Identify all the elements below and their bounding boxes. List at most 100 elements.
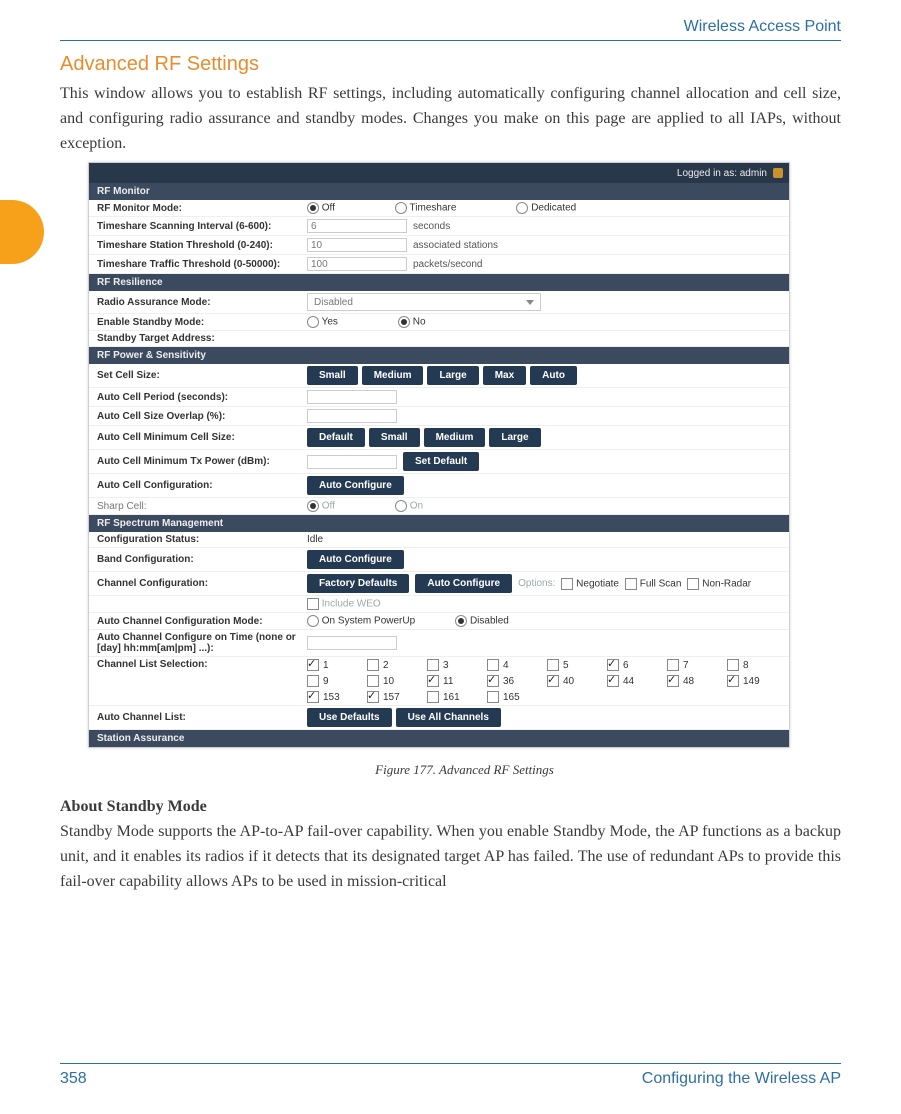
options-label: Options:	[518, 578, 555, 589]
use-all-channels-button[interactable]: Use All Channels	[396, 708, 501, 727]
cell-size-small[interactable]: Small	[307, 366, 358, 385]
ts-traffic-unit: packets/second	[413, 259, 483, 270]
set-default-button[interactable]: Set Default	[403, 452, 479, 471]
footer-rule	[60, 1063, 841, 1064]
channel-list-grid: 1 2 3 4 5 6 7 8 9 10 11 36 40 44 48 149 153 157 161 165	[307, 659, 781, 703]
auto-cell-min-tx-input[interactable]	[307, 455, 397, 469]
section-station-assurance: Station Assurance	[89, 730, 789, 747]
channel-4[interactable]: 4	[487, 659, 529, 671]
min-cell-medium[interactable]: Medium	[424, 428, 486, 447]
running-head: Wireless Access Point	[60, 18, 841, 36]
standby-yes[interactable]: Yes	[307, 316, 338, 328]
gear-icon[interactable]	[773, 168, 783, 178]
cell-size-large[interactable]: Large	[427, 366, 478, 385]
auto-cell-overlap-input[interactable]	[307, 409, 397, 423]
channel-157[interactable]: 157	[367, 691, 409, 703]
auto-chan-mode-label: Auto Channel Configuration Mode:	[97, 616, 307, 627]
channel-11[interactable]: 11	[427, 675, 469, 687]
opt-nonradar[interactable]: Non-Radar	[687, 578, 751, 590]
sub-heading: About Standby Mode	[60, 798, 841, 816]
page-footer: 358 Configuring the Wireless AP	[60, 1063, 841, 1088]
channel-149[interactable]: 149	[727, 675, 769, 687]
auto-cell-config-button[interactable]: Auto Configure	[307, 476, 404, 495]
auto-chan-disabled[interactable]: Disabled	[455, 615, 509, 627]
config-status-label: Configuration Status:	[97, 534, 307, 545]
opt-negotiate[interactable]: Negotiate	[561, 578, 619, 590]
standby-no[interactable]: No	[398, 316, 426, 328]
min-cell-large[interactable]: Large	[489, 428, 540, 447]
figure-container: Logged in as: admin RF Monitor RF Monito…	[88, 162, 841, 778]
auto-cell-overlap-label: Auto Cell Size Overlap (%):	[97, 411, 307, 422]
set-cell-size-label: Set Cell Size:	[97, 370, 307, 381]
channel-8[interactable]: 8	[727, 659, 769, 671]
min-cell-small[interactable]: Small	[369, 428, 420, 447]
channel-48[interactable]: 48	[667, 675, 709, 687]
section-rf-spectrum: RF Spectrum Management	[89, 515, 789, 532]
channel-6[interactable]: 6	[607, 659, 649, 671]
channel-5[interactable]: 5	[547, 659, 589, 671]
ts-traffic-input[interactable]	[307, 257, 407, 271]
channel-40[interactable]: 40	[547, 675, 589, 687]
section-title: Advanced RF Settings	[60, 53, 841, 76]
channel-165[interactable]: 165	[487, 691, 529, 703]
auto-cell-min-size-label: Auto Cell Minimum Cell Size:	[97, 432, 307, 443]
chevron-down-icon	[526, 300, 534, 305]
auto-chan-time-input[interactable]	[307, 636, 397, 650]
ts-station-input[interactable]	[307, 238, 407, 252]
cell-size-medium[interactable]: Medium	[362, 366, 424, 385]
channel-3[interactable]: 3	[427, 659, 469, 671]
channel-10[interactable]: 10	[367, 675, 409, 687]
channel-161[interactable]: 161	[427, 691, 469, 703]
use-defaults-button[interactable]: Use Defaults	[307, 708, 392, 727]
config-status-value: Idle	[307, 534, 781, 545]
monitor-mode-dedicated[interactable]: Dedicated	[516, 202, 576, 214]
channel-36[interactable]: 36	[487, 675, 529, 687]
cell-size-auto[interactable]: Auto	[530, 366, 577, 385]
channel-config-label: Channel Configuration:	[97, 578, 307, 589]
channel-44[interactable]: 44	[607, 675, 649, 687]
auto-chan-time-label: Auto Channel Configure on Time (none or …	[97, 632, 307, 654]
ts-interval-unit: seconds	[413, 221, 450, 232]
header-rule	[60, 40, 841, 41]
include-weo: Include WEO	[307, 598, 381, 610]
channel-1[interactable]: 1	[307, 659, 349, 671]
page-side-tab	[0, 200, 44, 264]
screenshot-topbar: Logged in as: admin	[89, 163, 789, 183]
intro-paragraph: This window allows you to establish RF s…	[60, 82, 841, 156]
section-rf-power: RF Power & Sensitivity	[89, 347, 789, 364]
monitor-mode-label: RF Monitor Mode:	[97, 203, 307, 214]
radio-assurance-dropdown[interactable]: Disabled	[307, 293, 541, 311]
monitor-mode-timeshare[interactable]: Timeshare	[395, 202, 456, 214]
channel-9[interactable]: 9	[307, 675, 349, 687]
ts-interval-label: Timeshare Scanning Interval (6-600):	[97, 221, 307, 232]
cell-size-max[interactable]: Max	[483, 366, 526, 385]
monitor-mode-off[interactable]: Off	[307, 202, 335, 214]
section-rf-monitor: RF Monitor	[89, 183, 789, 200]
auto-cell-period-input[interactable]	[307, 390, 397, 404]
auto-cell-period-label: Auto Cell Period (seconds):	[97, 392, 307, 403]
auto-chan-on-powerup[interactable]: On System PowerUp	[307, 615, 415, 627]
body-paragraph-2: Standby Mode supports the AP-to-AP fail-…	[60, 820, 841, 894]
login-status: Logged in as: admin	[677, 168, 767, 179]
section-rf-resilience: RF Resilience	[89, 274, 789, 291]
enable-standby-label: Enable Standby Mode:	[97, 317, 307, 328]
channel-7[interactable]: 7	[667, 659, 709, 671]
auto-chan-list-label: Auto Channel List:	[97, 712, 307, 723]
ts-traffic-label: Timeshare Traffic Threshold (0-50000):	[97, 259, 307, 270]
channel-2[interactable]: 2	[367, 659, 409, 671]
ts-interval-input[interactable]	[307, 219, 407, 233]
sharp-cell-label: Sharp Cell:	[97, 501, 307, 512]
figure-caption: Figure 177. Advanced RF Settings	[88, 762, 841, 778]
footer-section: Configuring the Wireless AP	[642, 1070, 841, 1088]
standby-target-label: Standby Target Address:	[97, 333, 307, 344]
channel-auto-configure-button[interactable]: Auto Configure	[415, 574, 512, 593]
screenshot-panel: Logged in as: admin RF Monitor RF Monito…	[88, 162, 790, 748]
sharp-cell-off: Off	[307, 500, 335, 512]
opt-fullscan[interactable]: Full Scan	[625, 578, 681, 590]
page-number: 358	[60, 1070, 87, 1088]
auto-cell-config-label: Auto Cell Configuration:	[97, 480, 307, 491]
band-auto-configure-button[interactable]: Auto Configure	[307, 550, 404, 569]
min-cell-default[interactable]: Default	[307, 428, 365, 447]
factory-defaults-button[interactable]: Factory Defaults	[307, 574, 409, 593]
channel-153[interactable]: 153	[307, 691, 349, 703]
